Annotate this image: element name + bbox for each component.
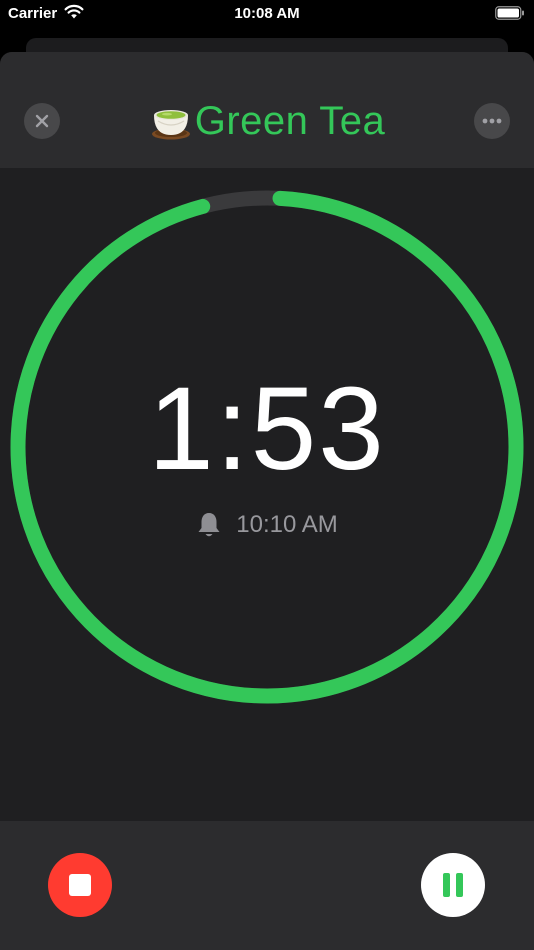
tea-cup-icon <box>151 110 190 140</box>
stop-button[interactable] <box>48 853 112 917</box>
pause-icon <box>440 873 466 897</box>
battery-icon <box>495 6 524 20</box>
pause-bar-right <box>456 873 463 897</box>
alarm-row: 10:10 AM <box>0 510 534 540</box>
more-button[interactable] <box>474 103 510 139</box>
alarm-time: 10:10 AM <box>236 511 338 538</box>
bell-icon <box>198 513 220 537</box>
control-bar <box>0 821 534 950</box>
timer-title: Green Tea <box>194 98 386 143</box>
timer-sheet: Green Tea 1:53 10:10 AM <box>0 52 534 950</box>
stop-icon <box>69 874 91 896</box>
time-remaining: 1:53 <box>148 363 386 495</box>
pause-button[interactable] <box>421 853 485 917</box>
status-time: 10:08 AM <box>234 5 300 22</box>
nav-bar: Green Tea <box>0 52 534 168</box>
title-group: Green Tea <box>0 96 534 146</box>
more-icon <box>482 118 502 124</box>
timer-screen: Carrier 10:08 AM Green Tea 1:53 10:10 AM <box>0 0 534 950</box>
pause-bar-left <box>443 873 450 897</box>
status-bar: Carrier 10:08 AM <box>0 0 534 30</box>
